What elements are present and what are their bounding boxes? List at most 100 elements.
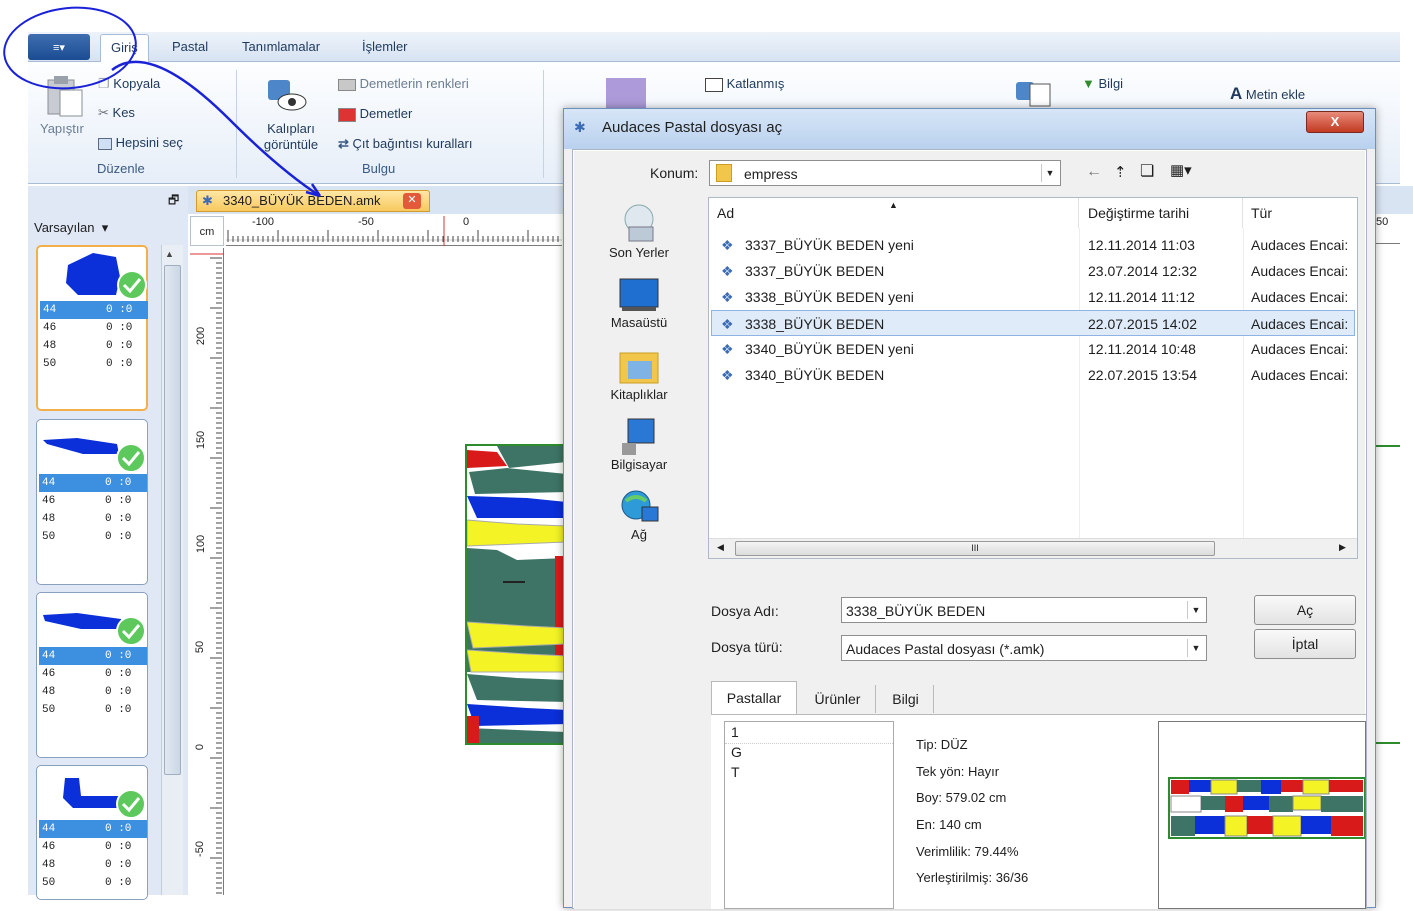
filetype-select[interactable]: Audaces Pastal dosyası (*.amk) ▼ [841, 635, 1207, 661]
desktop-icon [618, 275, 660, 315]
size-row: 48 0 :0 [43, 340, 133, 352]
file-type: Audaces Encai: [1251, 263, 1349, 279]
grip-icon: III [971, 543, 979, 553]
chevron-down-icon[interactable]: ▼ [1041, 164, 1058, 182]
list-item[interactable]: T [725, 764, 893, 784]
scrollbar-thumb[interactable]: III [735, 541, 1215, 556]
location-label: Konum: [650, 165, 699, 181]
column-label: Değiştirme tarihi [1088, 205, 1190, 221]
file-type: Audaces Encai: [1251, 341, 1349, 357]
tab-label: Pastallar [726, 690, 782, 706]
tab-pastallar[interactable]: Pastallar [711, 681, 797, 715]
chevron-down-icon[interactable]: ▼ [1187, 639, 1204, 657]
list-item-label: G [731, 744, 742, 760]
file-type: Audaces Encai: [1251, 316, 1349, 332]
pattern-shape [66, 253, 147, 300]
text-a-icon: A [1230, 84, 1243, 103]
dialog-titlebar[interactable]: ✱ Audaces Pastal dosyası aç X [564, 109, 1375, 149]
scroll-up-icon[interactable]: ▲ [165, 249, 174, 259]
place-recent[interactable]: Son Yerler [574, 201, 704, 260]
horizontal-scrollbar[interactable]: ◀ III ▶ [709, 538, 1357, 558]
annotation-overlay [3, 6, 322, 198]
place-label: Kitaplıklar [610, 387, 668, 402]
filetype-value: Audaces Pastal dosyası (*.amk) [846, 641, 1045, 657]
cancel-label: İptal [1291, 636, 1319, 652]
filename-value: 3338_BÜYÜK BEDEN [846, 603, 986, 619]
folded-button[interactable]: Katlanmış [705, 76, 784, 92]
open-button[interactable]: Aç [1254, 595, 1356, 625]
scrollbar-thumb[interactable] [164, 265, 181, 775]
tab-bilgi[interactable]: Bilgi [878, 685, 934, 713]
filename-input[interactable]: 3338_BÜYÜK BEDEN ▼ [841, 597, 1207, 623]
tab-urunler[interactable]: Ürünler [800, 685, 876, 713]
list-item[interactable]: 1 [725, 724, 893, 744]
h-ruler-label: -100 [252, 216, 275, 228]
file-row[interactable]: ❖ 3337_BÜYÜK BEDEN 23.07.2014 12:32 Audaces… [711, 258, 1355, 284]
size-row: 46 0 :0 [43, 322, 133, 334]
place-label: Son Yerler [609, 245, 669, 260]
file-name: 3340_BÜYÜK BEDEN [745, 367, 885, 383]
file-row[interactable]: ❖ 3337_BÜYÜK BEDEN yeni 12.11.2014 11:03 Au… [711, 232, 1355, 258]
v-ruler-label: 200 [195, 326, 208, 346]
close-tab-icon[interactable]: ✕ [403, 193, 421, 209]
h-ruler-label: -50 [358, 216, 374, 228]
size-row: 48 0 :0 [42, 859, 132, 871]
scroll-right-icon[interactable]: ▶ [1339, 542, 1346, 553]
place-computer[interactable]: Bilgisayar [574, 417, 704, 472]
up-folder-icon[interactable]: ⇡ [1114, 163, 1127, 181]
file-date: 22.07.2015 13:54 [1088, 367, 1197, 383]
marker-layout[interactable] [465, 444, 565, 745]
add-text-label: Metin ekle [1245, 87, 1306, 102]
file-date: 23.07.2014 12:32 [1088, 263, 1197, 279]
place-label: Ağ [631, 527, 647, 542]
amk-file-icon: ❖ [721, 316, 734, 332]
marker-preview [1158, 721, 1366, 909]
file-row-selected[interactable]: ❖ 3338_BÜYÜK BEDEN 22.07.2015 14:02 Audaces… [711, 310, 1355, 336]
back-icon[interactable]: ← [1086, 163, 1102, 181]
open-file-dialog: ✱ Audaces Pastal dosyası aç X Konum: emp… [563, 108, 1376, 909]
column-name[interactable]: Ad ▲ [709, 198, 1079, 228]
list-item-label: 1 [731, 724, 739, 740]
file-name: 3337_BÜYÜK BEDEN [745, 263, 885, 279]
scroll-left-icon[interactable]: ◀ [717, 542, 724, 553]
marker-edge-line [1376, 742, 1400, 744]
view-menu-icon[interactable]: ▦▾ [1170, 161, 1192, 179]
folded-label: Katlanmış [726, 76, 785, 91]
file-row[interactable]: ❖ 3340_BÜYÜK BEDEN yeni 12.11.2014 10:48 Au… [711, 336, 1355, 362]
place-network[interactable]: Ağ [574, 487, 704, 542]
marker-thumbnail[interactable]: 44 0 :0 46 0 :0 48 0 :0 50 0 :0 [36, 245, 148, 411]
new-folder-icon[interactable]: ❏ [1140, 161, 1154, 181]
marker-thumbnail[interactable]: 44 0 :0 46 0 :0 48 0 :0 50 0 :0 [36, 592, 148, 758]
add-text-button[interactable]: A Metin ekle [1230, 84, 1305, 104]
info-button[interactable]: ▼ Bilgi [1082, 76, 1123, 91]
v-ruler-label: 150 [195, 430, 208, 450]
place-libraries[interactable]: Kitaplıklar [574, 347, 704, 402]
panel-scrollbar[interactable]: ▲ [161, 245, 183, 895]
cancel-button[interactable]: İptal [1254, 629, 1356, 659]
v-ruler-label: 100 [195, 534, 208, 554]
close-button[interactable]: X [1306, 111, 1364, 133]
column-type[interactable]: Tür [1243, 198, 1357, 228]
file-list[interactable]: Ad ▲ Değiştirme tarihi Tür ❖ 3337_BÜYÜK BE… [708, 197, 1358, 559]
place-desktop[interactable]: Masaüstü [574, 275, 704, 330]
location-combo[interactable]: empress ▼ [709, 160, 1061, 186]
list-item[interactable]: G [725, 744, 893, 764]
pattern-shape [43, 438, 146, 473]
file-row[interactable]: ❖ 3340_BÜYÜK BEDEN 22.07.2015 13:54 Audaces… [711, 362, 1355, 388]
h-ruler-label: 0 [463, 216, 470, 228]
marker-thumbnail[interactable]: 44 0 :0 46 0 :0 48 0 :0 50 0 :0 [36, 419, 148, 585]
size-row: 48 0 :0 [42, 513, 132, 525]
file-row[interactable]: ❖ 3338_BÜYÜK BEDEN yeni 12.11.2014 11:12 Au… [711, 284, 1355, 310]
chevron-down-icon[interactable]: ▼ [1187, 601, 1204, 619]
column-date[interactable]: Değiştirme tarihi [1079, 198, 1243, 228]
pattern-shape [63, 778, 146, 819]
marker-edge-line [1376, 445, 1400, 447]
marker-thumbnail[interactable]: 44 0 :0 46 0 :0 48 0 :0 50 0 :0 [36, 765, 148, 900]
preset-dropdown[interactable]: Varsayılan ▾ [34, 220, 108, 236]
horizontal-ruler-right [1376, 230, 1400, 244]
tab-label: Ürünler [814, 691, 861, 707]
filename-label: Dosya Adı: [711, 603, 779, 619]
size-row: 44 0 :0 [39, 820, 147, 838]
file-type: Audaces Encai: [1251, 289, 1349, 305]
marker-listbox[interactable]: 1 G T [724, 721, 894, 909]
